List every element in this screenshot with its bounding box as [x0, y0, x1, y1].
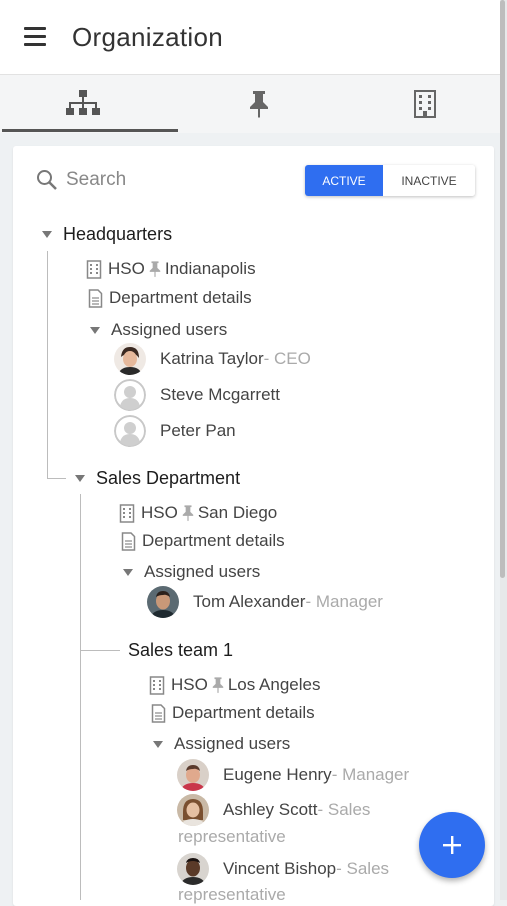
assigned-users-toggle[interactable]: Assigned users	[153, 734, 290, 754]
user-role: - Sales	[336, 859, 390, 878]
caret-down-icon	[42, 231, 52, 238]
document-icon	[151, 703, 166, 723]
tab-org-chart[interactable]	[0, 75, 166, 133]
active-button[interactable]: ACTIVE	[305, 165, 383, 196]
search-input[interactable]: Search	[36, 168, 126, 192]
department-details-link[interactable]: Department details	[88, 288, 252, 308]
tab-bar	[0, 75, 500, 133]
user-item[interactable]: Tom Alexander - Manager	[147, 586, 383, 618]
caret-down-icon	[75, 475, 85, 482]
node-location[interactable]: HSO Indianapolis	[86, 259, 256, 279]
tree-connector	[47, 251, 48, 479]
avatar	[114, 343, 146, 375]
menu-icon[interactable]	[24, 27, 46, 47]
user-item[interactable]: Ashley Scott - Sales	[177, 794, 370, 826]
location-code: HSO	[171, 675, 208, 694]
user-item[interactable]: Steve Mcgarrett	[114, 379, 280, 411]
document-icon	[121, 531, 136, 551]
pin-icon	[250, 91, 268, 118]
tree-node-sales-team-1[interactable]: Sales team 1	[128, 640, 233, 661]
user-role: - Sales	[317, 800, 371, 819]
caret-down-icon	[90, 326, 100, 334]
document-icon	[88, 288, 103, 308]
details-label: Department details	[142, 531, 285, 550]
pin-icon	[181, 504, 195, 522]
building-icon	[86, 259, 102, 279]
node-label: Sales Department	[96, 468, 241, 488]
user-item[interactable]: Eugene Henry - Manager	[177, 759, 409, 791]
location-name: San Diego	[197, 503, 278, 522]
location-name: Los Angeles	[227, 675, 321, 694]
assigned-users-label: Assigned users	[144, 562, 261, 581]
avatar	[114, 379, 146, 411]
assigned-users-toggle[interactable]: Assigned users	[123, 562, 260, 582]
caret-down-icon	[123, 568, 133, 576]
scrollbar-thumb[interactable]	[500, 0, 505, 578]
active-tab-indicator	[2, 129, 178, 132]
inactive-button[interactable]: INACTIVE	[383, 165, 475, 196]
location-code: HSO	[108, 259, 145, 278]
details-label: Department details	[172, 703, 315, 722]
user-name: Eugene Henry	[223, 765, 332, 784]
user-item[interactable]: Katrina Taylor - CEO	[114, 343, 311, 375]
avatar	[177, 794, 209, 826]
node-label: Sales team 1	[128, 640, 234, 660]
pin-icon	[148, 260, 162, 278]
user-role-continued: representative	[178, 827, 286, 846]
user-name: Peter Pan	[160, 421, 236, 440]
search-placeholder: Search	[66, 169, 127, 190]
department-details-link[interactable]: Department details	[151, 703, 315, 723]
tab-buildings[interactable]	[342, 75, 507, 133]
building-icon	[119, 503, 135, 523]
tab-locations[interactable]	[176, 75, 342, 133]
tree-connector	[47, 478, 66, 479]
location-name: Indianapolis	[164, 259, 256, 278]
caret-down-icon	[153, 740, 163, 748]
add-button[interactable]	[419, 812, 485, 878]
user-name: Katrina Taylor	[160, 349, 264, 368]
details-label: Department details	[109, 288, 252, 307]
user-role-continued: representative	[178, 885, 286, 904]
department-details-link[interactable]: Department details	[121, 531, 285, 551]
avatar	[177, 853, 209, 885]
user-name: Tom Alexander	[193, 592, 306, 611]
status-toggle: ACTIVE INACTIVE	[305, 165, 475, 196]
tree-connector	[80, 494, 81, 900]
avatar	[114, 415, 146, 447]
user-role: - CEO	[263, 349, 311, 368]
user-name: Steve Mcgarrett	[160, 385, 280, 404]
avatar	[147, 586, 179, 618]
location-code: HSO	[141, 503, 178, 522]
user-role: - Manager	[331, 765, 410, 784]
pin-icon	[211, 676, 225, 694]
user-item[interactable]: Peter Pan	[114, 415, 236, 447]
user-name: Vincent Bishop	[223, 859, 337, 878]
avatar	[177, 759, 209, 791]
assigned-users-toggle[interactable]: Assigned users	[90, 320, 227, 340]
page-title: Organization	[72, 22, 224, 52]
node-label: Headquarters	[63, 224, 173, 244]
assigned-users-label: Assigned users	[174, 734, 291, 753]
building-icon	[414, 90, 436, 118]
assigned-users-label: Assigned users	[111, 320, 228, 339]
tree-node-sales-department[interactable]: Sales Department	[75, 468, 240, 489]
node-location[interactable]: HSO San Diego	[119, 503, 277, 523]
plus-icon	[443, 836, 461, 854]
user-item[interactable]: Vincent Bishop - Sales	[177, 853, 389, 885]
user-role: - Manager	[305, 592, 383, 611]
building-icon	[149, 675, 165, 695]
app-bar: Organization	[0, 0, 500, 75]
tree-connector	[80, 650, 120, 651]
user-name: Ashley Scott	[223, 800, 318, 819]
node-location[interactable]: HSO Los Angeles	[149, 675, 320, 695]
search-icon	[37, 170, 57, 190]
org-chart-icon	[66, 90, 100, 115]
tree-node-headquarters[interactable]: Headquarters	[42, 224, 172, 245]
